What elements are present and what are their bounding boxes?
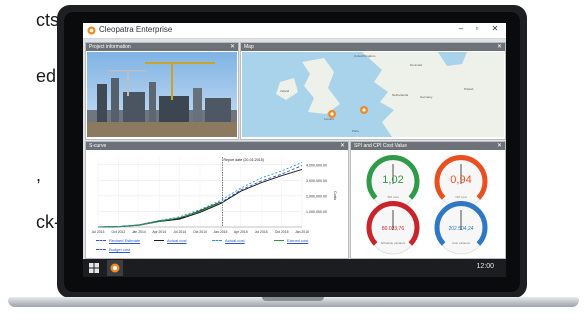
- cleopatra-app-icon: [110, 263, 120, 273]
- legend-label[interactable]: Actual cost: [167, 238, 187, 243]
- gauge-label: Schedule variance: [380, 241, 406, 245]
- x-tick-label: Oct 2013: [112, 230, 126, 234]
- map-title: Map: [244, 44, 254, 50]
- map-panel: Map ✕ United Kingdom Netherlands Germany…: [240, 42, 506, 140]
- project-info-title: Project information: [89, 44, 131, 50]
- y-tick-label: 2,000,000.00: [306, 194, 327, 198]
- gauge-value: 1,02: [382, 174, 404, 186]
- project-info-close-icon[interactable]: ✕: [230, 43, 235, 51]
- map-pin-icon[interactable]: [360, 106, 368, 114]
- spi-cpi-header: SPI and CPI Cost Value ✕: [351, 142, 505, 150]
- x-tick-label: Apr 2014: [152, 230, 166, 234]
- close-button[interactable]: ✕: [489, 24, 501, 33]
- y-tick-label: 1,000,000.00: [306, 210, 327, 214]
- maximize-button[interactable]: ▫: [471, 24, 483, 33]
- gauge-value: 202.504,24: [448, 226, 474, 232]
- side-text-line-3: ,: [36, 165, 42, 185]
- s-curve-panel: S-curve ✕ 4,000,000.00 3,000,000.00 2,000,…: [85, 141, 349, 259]
- europe-map[interactable]: United Kingdom Netherlands Germany Polan…: [242, 52, 504, 137]
- x-tick-label: Jan 2015: [213, 230, 227, 234]
- gauge-value: 0,94: [450, 174, 472, 186]
- taskbar-clock: 12:00: [476, 263, 494, 270]
- gauge-label: CPI cost: [455, 195, 467, 199]
- spi-cpi-close-icon[interactable]: ✕: [497, 142, 502, 150]
- x-tick-label: Apr 2015: [234, 230, 248, 234]
- legend-swatch: [212, 240, 222, 241]
- map-label: Denmark: [410, 63, 423, 67]
- x-tick-label: Jul 2014: [173, 230, 186, 234]
- legend-swatch: [96, 240, 106, 241]
- map-pin-icon[interactable]: [328, 110, 336, 118]
- gauge-label: Cost variance: [451, 241, 471, 245]
- s-curve-legend: Revised Estimate Actual cost Actual cost Ea…: [96, 238, 342, 256]
- y-tick-label: 4,000,000.00: [306, 163, 327, 167]
- gauge-value: 80.023,76: [381, 226, 405, 232]
- minimize-button[interactable]: –: [455, 24, 467, 33]
- y-axis-label: Costs: [333, 191, 337, 200]
- gauge: 80.023,76 Schedule variance: [363, 200, 423, 258]
- map-label: Ireland: [280, 89, 290, 93]
- x-tick-label: Oct 2014: [193, 230, 207, 234]
- x-tick-label: Oct 2015: [275, 230, 289, 234]
- legend-label[interactable]: Revised Estimate: [109, 238, 140, 243]
- x-tick-label: Jan 2014: [132, 230, 146, 234]
- side-text-line-1: cts: [36, 10, 60, 30]
- map-header: Map ✕: [241, 43, 505, 51]
- gauge: 202.504,24 Cost variance: [431, 200, 491, 258]
- spi-cpi-panel: SPI and CPI Cost Value ✕ 1,02 SPI cost 0,9…: [350, 141, 506, 259]
- y-tick-label: 3,000,000.00: [306, 179, 327, 183]
- s-curve-header: S-curve ✕: [86, 142, 348, 150]
- map-close-icon[interactable]: ✕: [497, 43, 502, 51]
- gauge-label: SPI cost: [387, 195, 399, 199]
- side-text: cts ed , ck-: [0, 0, 60, 326]
- s-curve-close-icon[interactable]: ✕: [340, 142, 345, 150]
- map-label: Poland: [464, 87, 474, 91]
- taskbar: 12:00: [83, 259, 506, 277]
- x-tick-label: Jul 2013: [92, 230, 105, 234]
- s-curve-chart[interactable]: 4,000,000.00 3,000,000.00 2,000,000.00 1,00…: [86, 151, 348, 239]
- map-label: Germany: [420, 95, 433, 99]
- project-info-panel: Project information ✕: [85, 42, 239, 140]
- legend-swatch: [154, 240, 164, 241]
- legend-swatch: [96, 249, 106, 250]
- legend-label[interactable]: Earned cost: [287, 238, 308, 243]
- side-text-line-2: ed: [36, 66, 57, 86]
- x-tick-label: Jan 2016: [295, 230, 309, 234]
- legend-label[interactable]: Actual cost: [225, 238, 245, 243]
- title-bar: Cleopatra Enterprise – ▫ ✕: [83, 23, 506, 39]
- x-tick-label: Jul 2015: [255, 230, 268, 234]
- project-info-header: Project information ✕: [86, 43, 238, 51]
- app-screen: Cleopatra Enterprise – ▫ ✕ Project infor…: [83, 23, 506, 277]
- refinery-photo: [87, 52, 237, 137]
- laptop-notch: [262, 297, 324, 301]
- taskbar-app-button[interactable]: [107, 260, 123, 276]
- cleopatra-logo-icon: [87, 26, 96, 35]
- s-curve-title: S-curve: [89, 143, 107, 149]
- windows-start-icon[interactable]: [89, 263, 99, 273]
- legend-swatch: [274, 240, 284, 241]
- map-label: Netherlands: [392, 93, 409, 97]
- spi-cpi-title: SPI and CPI Cost Value: [354, 143, 407, 149]
- report-date-annotation: Report date (20-01-2015): [223, 158, 264, 162]
- map-label: United Kingdom: [354, 54, 376, 58]
- legend-label[interactable]: Budget cost: [109, 247, 130, 252]
- map-label: Paris: [352, 129, 359, 133]
- app-title: Cleopatra Enterprise: [99, 25, 173, 34]
